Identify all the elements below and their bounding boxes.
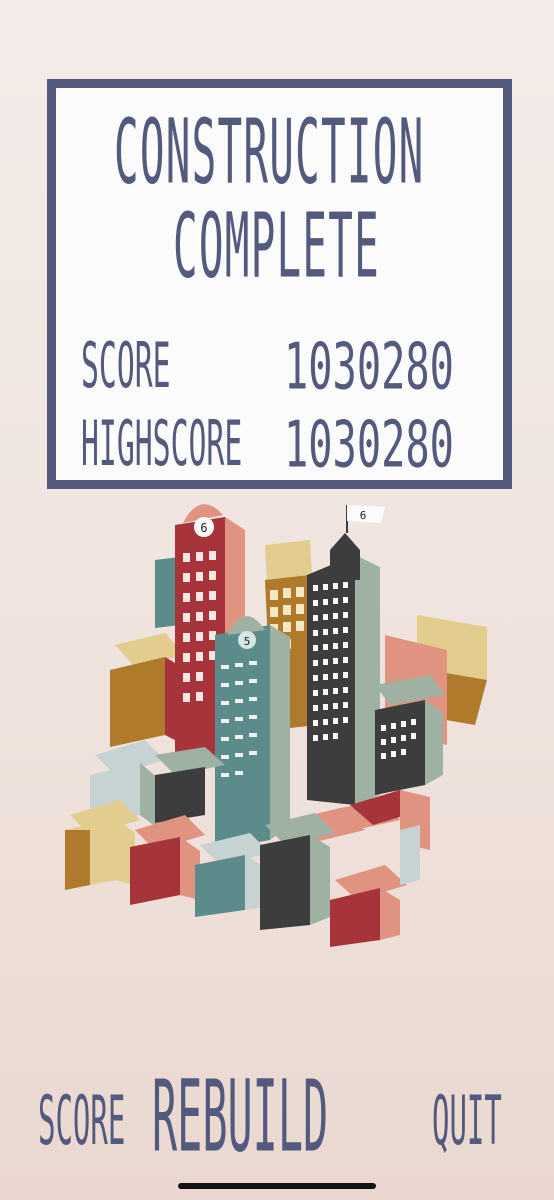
score-label: SCORE xyxy=(81,330,171,403)
tower-right-flag-text: 6 xyxy=(360,509,367,522)
home-indicator[interactable] xyxy=(178,1183,376,1189)
tower-left-flag-text: 6 xyxy=(200,521,207,535)
results-panel: CONSTRUCTION COMPLETE SCORE 1030280 HIGH… xyxy=(47,79,512,489)
score-button[interactable]: SCORE xyxy=(38,1082,125,1160)
score-value: 1030280 xyxy=(284,330,454,405)
building-sage xyxy=(375,675,445,795)
tower-middle-flag-text: 5 xyxy=(244,635,251,648)
tower-charcoal: 6 xyxy=(307,505,385,805)
quit-button[interactable]: QUIT xyxy=(432,1082,502,1160)
highscore-label: HIGHSCORE xyxy=(81,408,243,481)
tower-teal: 5 xyxy=(215,616,290,850)
rebuild-button[interactable]: REBUILD xyxy=(152,1058,328,1174)
isometric-city: 6 6 5 xyxy=(65,504,487,947)
highscore-value: 1030280 xyxy=(284,408,454,483)
title-construction: CONSTRUCTION xyxy=(114,100,425,204)
title-complete: COMPLETE xyxy=(173,194,381,298)
